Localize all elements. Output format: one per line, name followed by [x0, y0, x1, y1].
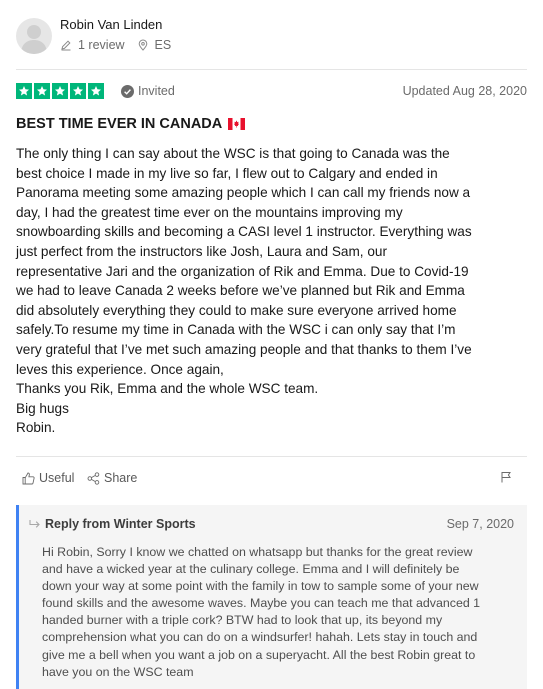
review-body-line: best choice I made in my live so far, I … — [16, 165, 438, 181]
review-count: 1 review — [60, 38, 125, 52]
review-updated-date: Updated Aug 28, 2020 — [402, 84, 527, 98]
review-body-line: we had to leave Canada 2 weeks before we… — [16, 283, 465, 299]
check-circle-icon — [121, 84, 134, 98]
reply-heading-label: Reply from Winter Sports — [45, 517, 196, 531]
review-actions: Useful Share — [22, 471, 522, 489]
share-icon — [87, 471, 100, 485]
useful-button[interactable]: Useful — [22, 471, 74, 485]
avatar[interactable] — [16, 18, 52, 54]
rating-row: Invited Updated Aug 28, 2020 — [16, 81, 527, 101]
review-body-line: very grateful that I’ve met such amazing… — [16, 341, 472, 357]
country-label: ES — [154, 38, 172, 52]
reply-body-line: handed burner with a triple cork? BTW ha… — [42, 613, 443, 628]
canada-flag-icon — [228, 118, 246, 130]
divider — [16, 456, 527, 457]
reply-body-line: and have a wicked year at the culinary c… — [42, 562, 460, 577]
reply-body-line: Hi Robin, Sorry I know we chatted on wha… — [42, 545, 473, 559]
reply-heading: Reply from Winter Sports — [29, 517, 196, 531]
useful-label: Useful — [39, 471, 75, 485]
review-body-line: Big hugs — [16, 400, 69, 416]
report-flag-icon[interactable] — [500, 471, 512, 483]
review-title-row: BEST TIME EVER IN CANADA — [16, 116, 246, 132]
star-rating — [16, 83, 106, 99]
company-reply: Reply from Winter Sports Sep 7, 2020 Hi … — [16, 505, 527, 689]
reply-date: Sep 7, 2020 — [446, 517, 514, 531]
reply-arrow-icon — [29, 519, 41, 529]
star-icon — [70, 83, 86, 99]
reviewer-header: Robin Van Linden 1 review ES — [16, 16, 527, 56]
divider — [16, 69, 527, 70]
reply-body-line: comprehension what you can do on a winds… — [42, 630, 478, 645]
reviewer-name[interactable]: Robin Van Linden — [60, 17, 162, 32]
review-body-line: did absolutely everything they could to … — [16, 302, 457, 318]
share-label: Share — [104, 471, 138, 485]
star-icon — [52, 83, 68, 99]
review-body-line: Thanks you Rik, Emma and the whole WSC t… — [16, 381, 319, 397]
reviewer-meta: 1 review ES — [60, 38, 171, 52]
share-button[interactable]: Share — [87, 471, 137, 485]
star-icon — [16, 83, 32, 99]
person-silhouette-icon — [21, 25, 47, 54]
review-body-line: The only thing I can say about the WSC i… — [16, 146, 450, 161]
invited-badge[interactable]: Invited — [121, 84, 175, 98]
reply-body-line: have you on the WSC team — [42, 664, 194, 679]
thumbs-up-icon — [22, 472, 35, 485]
review-body-line: day, I had the greatest time ever on the… — [16, 204, 403, 220]
reply-body-line: found skills and the awesome waves. Mayb… — [42, 596, 481, 611]
review-body: The only thing I can say about the WSC i… — [16, 144, 531, 438]
pencil-icon — [60, 39, 72, 51]
reply-body: Hi Robin, Sorry I know we chatted on wha… — [42, 544, 522, 681]
review-body-line: snowboarding skills and becoming a CASI … — [16, 224, 472, 240]
reply-body-line: give me a bell when you want a job on a … — [42, 647, 476, 662]
invited-label: Invited — [138, 84, 175, 98]
review-body-line: Robin. — [16, 420, 56, 436]
review-title[interactable]: BEST TIME EVER IN CANADA — [16, 116, 222, 132]
review-body-line: safely.To resume my time in Canada with … — [16, 322, 456, 338]
review-body-line: leves this experience. Once again, — [16, 361, 224, 377]
review-body-line: representative Jari and the organization… — [16, 263, 469, 279]
location-pin-icon — [137, 39, 149, 51]
review-count-label: 1 review — [78, 38, 125, 52]
reply-body-line: down your way at some point with the fam… — [42, 579, 479, 594]
star-icon — [88, 83, 104, 99]
review-body-line: just perfect from the instructors like J… — [16, 243, 387, 259]
review-body-line: Panorama meeting some amazing people whi… — [16, 185, 471, 201]
star-icon — [34, 83, 50, 99]
reviewer-country: ES — [137, 38, 172, 52]
